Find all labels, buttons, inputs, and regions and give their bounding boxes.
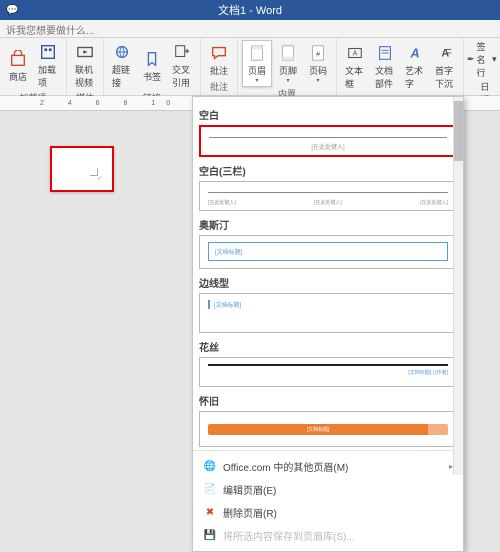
hyperlink-button[interactable]: 超链接 [108,40,136,91]
gallery-scroll[interactable]: 空白 [在此处键入] 空白(三栏) [在此处键入][在此处键入][在此处键入] … [193,97,463,450]
video-icon [75,42,95,62]
globe-icon: 🌐 [203,460,217,474]
document-area: 2 4 6 8 10 12 14 44 46 48 ✓ 空白 [在此处键入] 空… [0,96,500,552]
link-icon [112,42,132,62]
comment-button[interactable]: 批注 [205,40,233,80]
edit-icon: 📄 [203,483,217,497]
header-button[interactable]: 页眉▾ [242,40,272,87]
page-thumbnail[interactable]: ✓ [50,146,114,192]
preview-blank[interactable]: [在此处键入] [199,125,457,157]
textbox-button[interactable]: A文本框 [341,40,369,93]
preview-austin[interactable]: [文档标题] [199,235,457,269]
online-video-button[interactable]: 联机视频 [71,40,99,91]
chevron-down-icon: ▾ [316,77,319,84]
preview-retro[interactable]: [文档标题] [199,411,457,447]
section-filigree: 花丝 [199,339,457,354]
title-bar: 💬 文档1 - Word [0,0,500,20]
pagenum-icon: # [308,43,328,63]
wordart-button[interactable]: A艺术字 [401,40,429,93]
section-blank: 空白 [199,107,457,122]
remove-header-item[interactable]: ✖ 删除页眉(R) [193,501,463,524]
chevron-down-icon: ▾ [286,77,289,84]
textbox-icon: A [345,43,365,63]
footer-icon [278,43,298,63]
bookmark-button[interactable]: 书签 [138,40,166,91]
quick-parts-button[interactable]: 文档部件 [371,40,399,93]
signature-icon: ✒ [467,54,475,66]
cross-ref-button[interactable]: 交叉引用 [168,40,196,91]
dropcap-icon: A [435,43,455,63]
header-icon [247,43,267,63]
svg-text:#: # [316,50,320,59]
gallery-footer: 🌐 Office.com 中的其他页眉(M) ▸ 📄 编辑页眉(E) ✖ 删除页… [193,450,463,551]
parts-icon [375,43,395,63]
wordart-icon: A [405,43,425,63]
svg-text:A: A [353,49,358,58]
section-austin: 奥斯汀 [199,217,457,232]
cursor-mark: ✓ [97,175,102,182]
my-addins-button[interactable]: 加载项 [34,40,62,91]
preview-blank3[interactable]: [在此处键入][在此处键入][在此处键入] [199,181,457,211]
comment-icon [209,43,229,63]
window-title: 文档1 - Word [218,2,282,18]
section-blank3: 空白(三栏) [199,163,457,178]
save-to-gallery-item: 💾 将所选内容保存到页眉库(S)... [193,524,463,547]
page-number-button[interactable]: #页码▾ [304,40,332,87]
store-icon [8,49,28,69]
ribbon: 商店 加载项 加载项 联机视频 媒体 超链接 书签 交叉引用 链接 批注 批注 … [0,38,500,96]
tell-me-input[interactable]: 诉我您想要做什么... [0,20,500,38]
header-gallery-dropdown: 空白 [在此处键入] 空白(三栏) [在此处键入][在此处键入][在此处键入] … [192,96,464,552]
feedback-icon[interactable]: 💬 [6,5,18,16]
preview-sideline[interactable]: [文档标题] [199,293,457,333]
addins-icon [38,42,58,62]
svg-text:A: A [409,47,419,61]
store-button[interactable]: 商店 [4,40,32,91]
remove-icon: ✖ [203,506,217,520]
crossref-icon [172,42,192,62]
section-sideline: 边线型 [199,275,457,290]
dropcap-button[interactable]: A首字下沉 [431,40,459,93]
chevron-down-icon: ▾ [255,77,258,84]
gallery-scrollbar[interactable] [453,97,463,475]
office-more-item[interactable]: 🌐 Office.com 中的其他页眉(M) ▸ [193,455,463,478]
signature-button[interactable]: ✒签名行 ▾ [467,40,497,79]
footer-button[interactable]: 页脚▾ [274,40,302,87]
preview-filigree[interactable]: [文档标题] | [作者] [199,357,457,387]
edit-header-item[interactable]: 📄 编辑页眉(E) [193,478,463,501]
section-retro: 怀旧 [199,393,457,408]
save-icon: 💾 [203,529,217,543]
bookmark-icon [142,49,162,69]
